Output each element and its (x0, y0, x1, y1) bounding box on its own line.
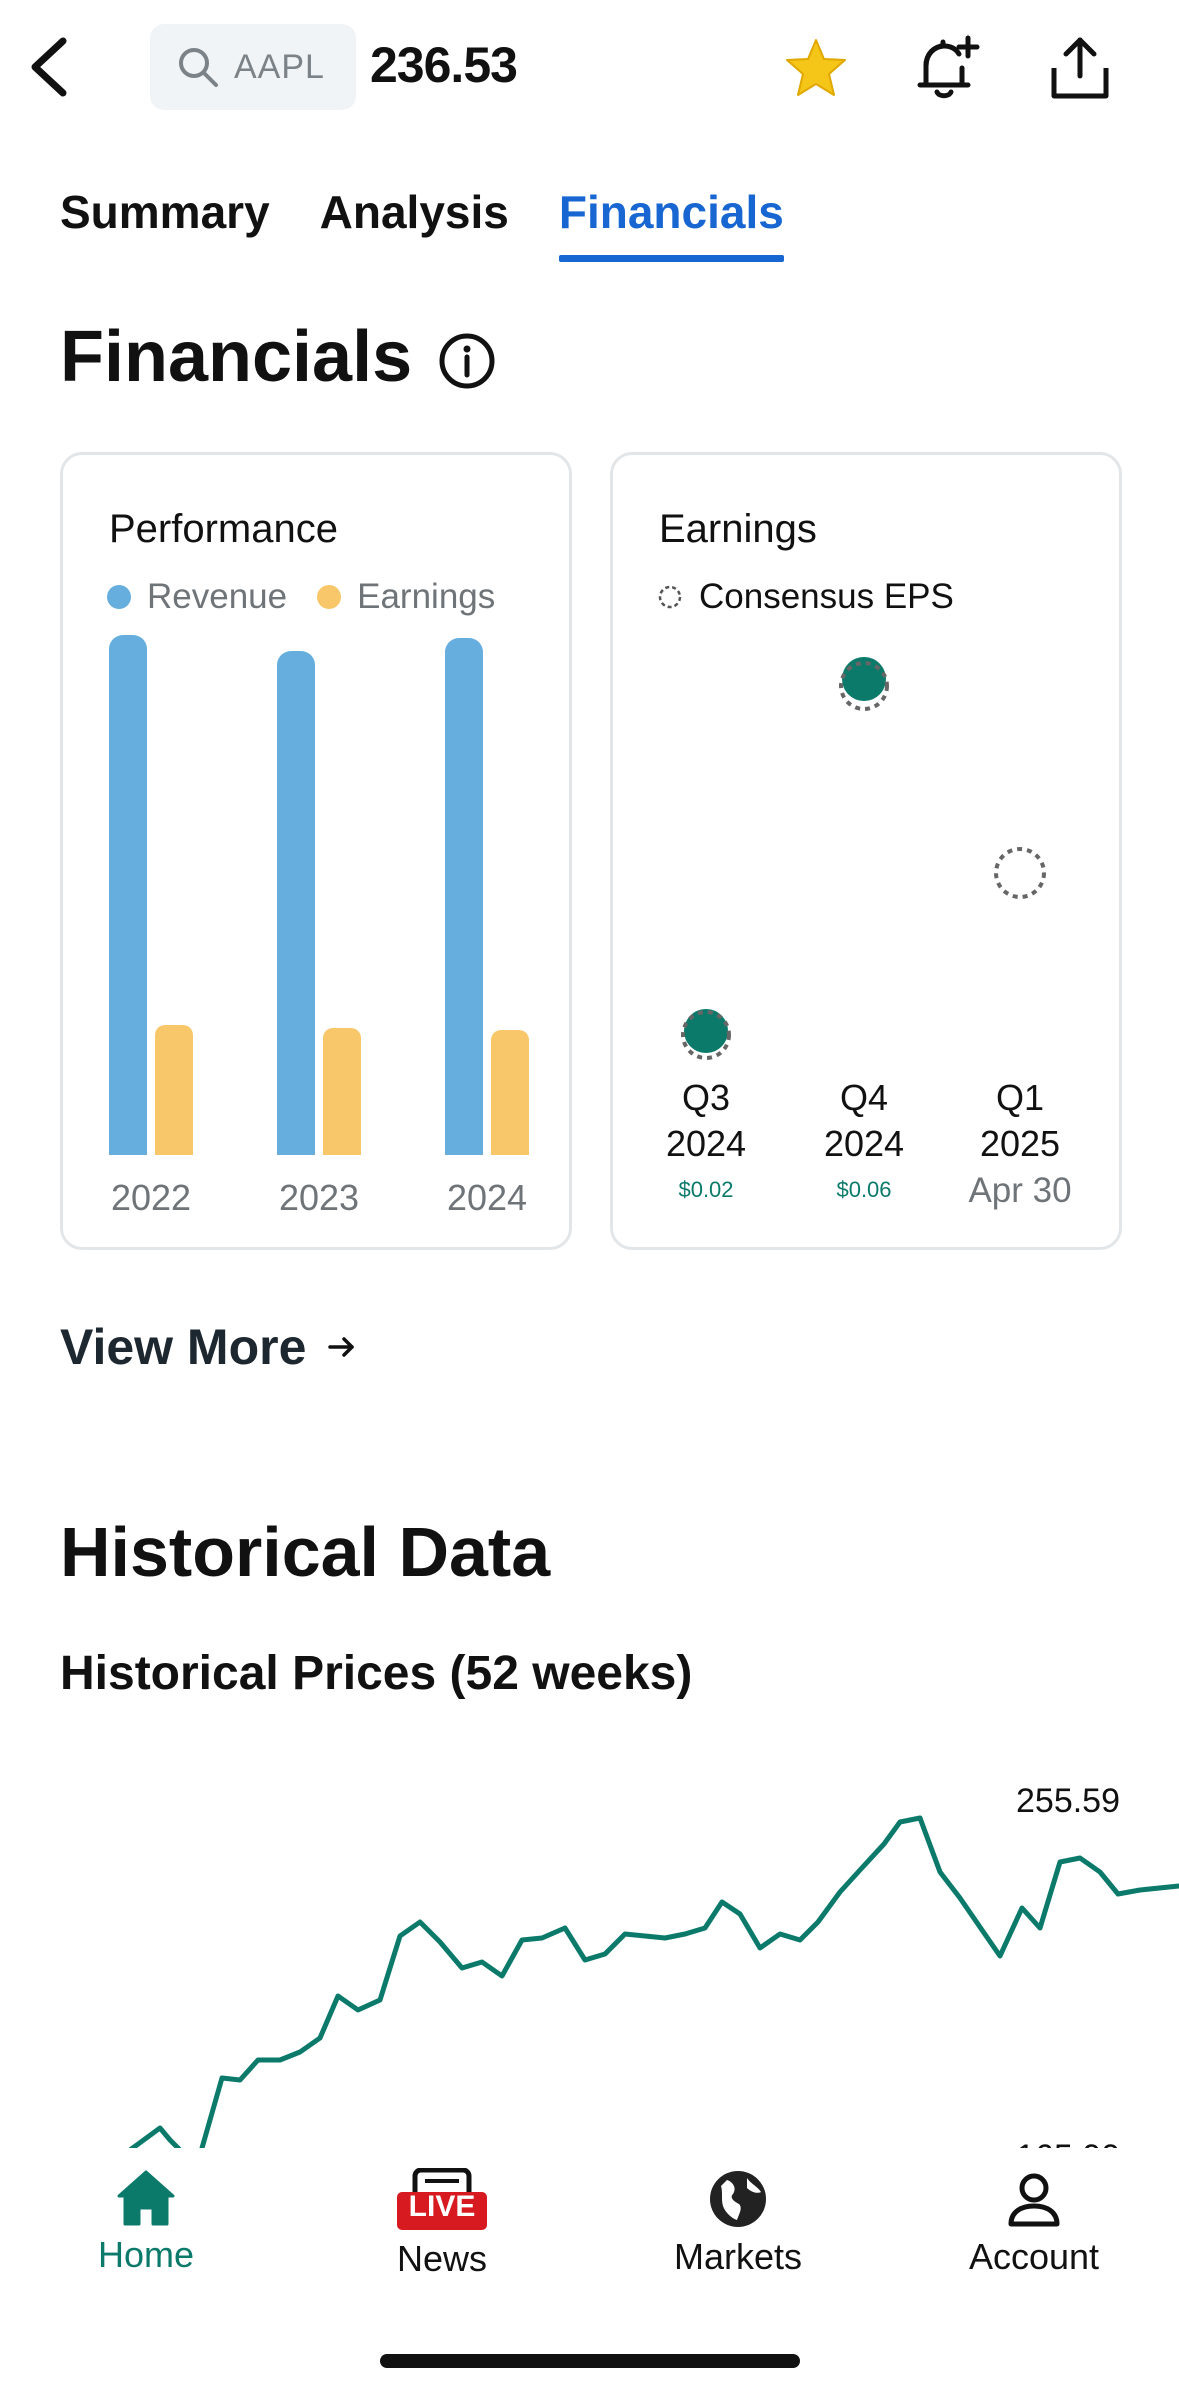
revenue-bar-2023 (277, 650, 315, 1155)
globe-icon (710, 2171, 766, 2227)
nav-markets-label: Markets (673, 2236, 803, 2277)
chart-high-label: 255.59 (1016, 1782, 1120, 1820)
revenue-dot (107, 585, 131, 609)
person-icon (1008, 2173, 1060, 2227)
quarter-q1: Q1 (995, 1077, 1045, 1118)
home-indicator (380, 2354, 800, 2368)
home-icon (117, 2170, 175, 2226)
current-price: 236.53 (370, 37, 518, 93)
back-button[interactable] (22, 32, 72, 102)
nav-home-label: Home (97, 2234, 195, 2275)
nav-account[interactable]: Account (934, 2168, 1134, 2298)
ticker-symbol: AAPL (234, 47, 325, 86)
price-line-chart (57, 1815, 1179, 2163)
quarter-q4: Q4 (839, 1077, 889, 1118)
nav-markets[interactable]: Markets (638, 2168, 838, 2298)
legend-revenue-label: Revenue (147, 577, 288, 616)
tab-financials[interactable]: Financials (558, 182, 784, 262)
legend-earnings: Earnings (317, 577, 495, 617)
quarter-q4-year: 2024 (823, 1123, 905, 1164)
year-label-2022: 2022 (110, 1177, 192, 1218)
earnings-marker-q4-2024 (839, 657, 889, 711)
quarter-q3: Q3 (681, 1077, 731, 1118)
nav-account-label: Account (968, 2236, 1100, 2277)
tab-summary[interactable]: Summary (60, 182, 270, 262)
performance-card[interactable]: Performance Revenue Earnings 2022 2023 202… (60, 452, 572, 1250)
quarter-q1-year: 2025 (979, 1123, 1061, 1164)
quarter-label-q4: Q4 2024 (799, 1075, 929, 1167)
performance-title: Performance (109, 507, 338, 551)
quarter-label-q1: Q1 2025 (955, 1075, 1085, 1167)
bell-plus-icon (917, 35, 980, 99)
info-button[interactable] (438, 332, 496, 390)
nav-news[interactable]: LIVE News (342, 2168, 542, 2298)
tab-bar: Summary Analysis Financials (60, 182, 834, 262)
add-alert-button[interactable] (906, 28, 986, 108)
watchlist-star-button[interactable] (776, 28, 856, 108)
year-label-2023: 2023 (278, 1177, 360, 1218)
earnings-bar-2023 (323, 1027, 361, 1155)
earnings-bar-2024 (491, 1030, 529, 1155)
nav-news-label: News (396, 2238, 488, 2279)
top-bar: AAPL 236.53 (0, 0, 1179, 140)
earnings-bar-2022 (155, 1025, 193, 1155)
historical-prices-subtitle: Historical Prices (52 weeks) (60, 1647, 693, 1700)
share-button[interactable] (1040, 28, 1120, 108)
search-button[interactable]: AAPL (150, 24, 356, 110)
financials-title: Financials (60, 317, 413, 397)
legend-earnings-label: Earnings (357, 577, 496, 616)
earnings-date-q1: Apr 30 (968, 1171, 1072, 1210)
revenue-bar-2022 (109, 635, 147, 1155)
quarter-q3-year: 2024 (665, 1123, 747, 1164)
eps-q4: $0.06 (836, 1177, 892, 1202)
arrow-right-icon (328, 1337, 355, 1357)
earnings-marker-q3-2024 (681, 1009, 731, 1060)
year-label-2024: 2024 (446, 1177, 528, 1218)
star-icon (786, 39, 846, 96)
earnings-card[interactable]: Earnings Consensus EPS Q3 2024 $0.02 Q4 … (610, 452, 1122, 1250)
earnings-marker-q1-2025 (994, 847, 1046, 899)
info-icon (439, 333, 495, 389)
historical-data-title: Historical Data (60, 1513, 551, 1591)
historical-price-chart[interactable]: 255.59 165.00 (0, 1760, 1179, 2163)
quarter-label-q3: Q3 2024 (641, 1075, 771, 1167)
revenue-bar-2024 (445, 637, 483, 1155)
tab-analysis[interactable]: Analysis (320, 182, 509, 262)
earnings-dot (317, 585, 342, 609)
legend-revenue: Revenue (107, 577, 287, 617)
live-badge: LIVE (408, 2190, 476, 2223)
performance-legend: Revenue Earnings (107, 577, 525, 617)
chevron-left-icon (31, 37, 67, 97)
search-icon (179, 48, 218, 87)
nav-home[interactable]: Home (46, 2168, 246, 2298)
view-more-label: View More (60, 1319, 307, 1375)
view-more-link[interactable]: View More (60, 1318, 360, 1376)
eps-q3: $0.02 (678, 1177, 734, 1202)
share-icon (1051, 37, 1109, 99)
price-series-line (57, 1815, 1179, 2163)
